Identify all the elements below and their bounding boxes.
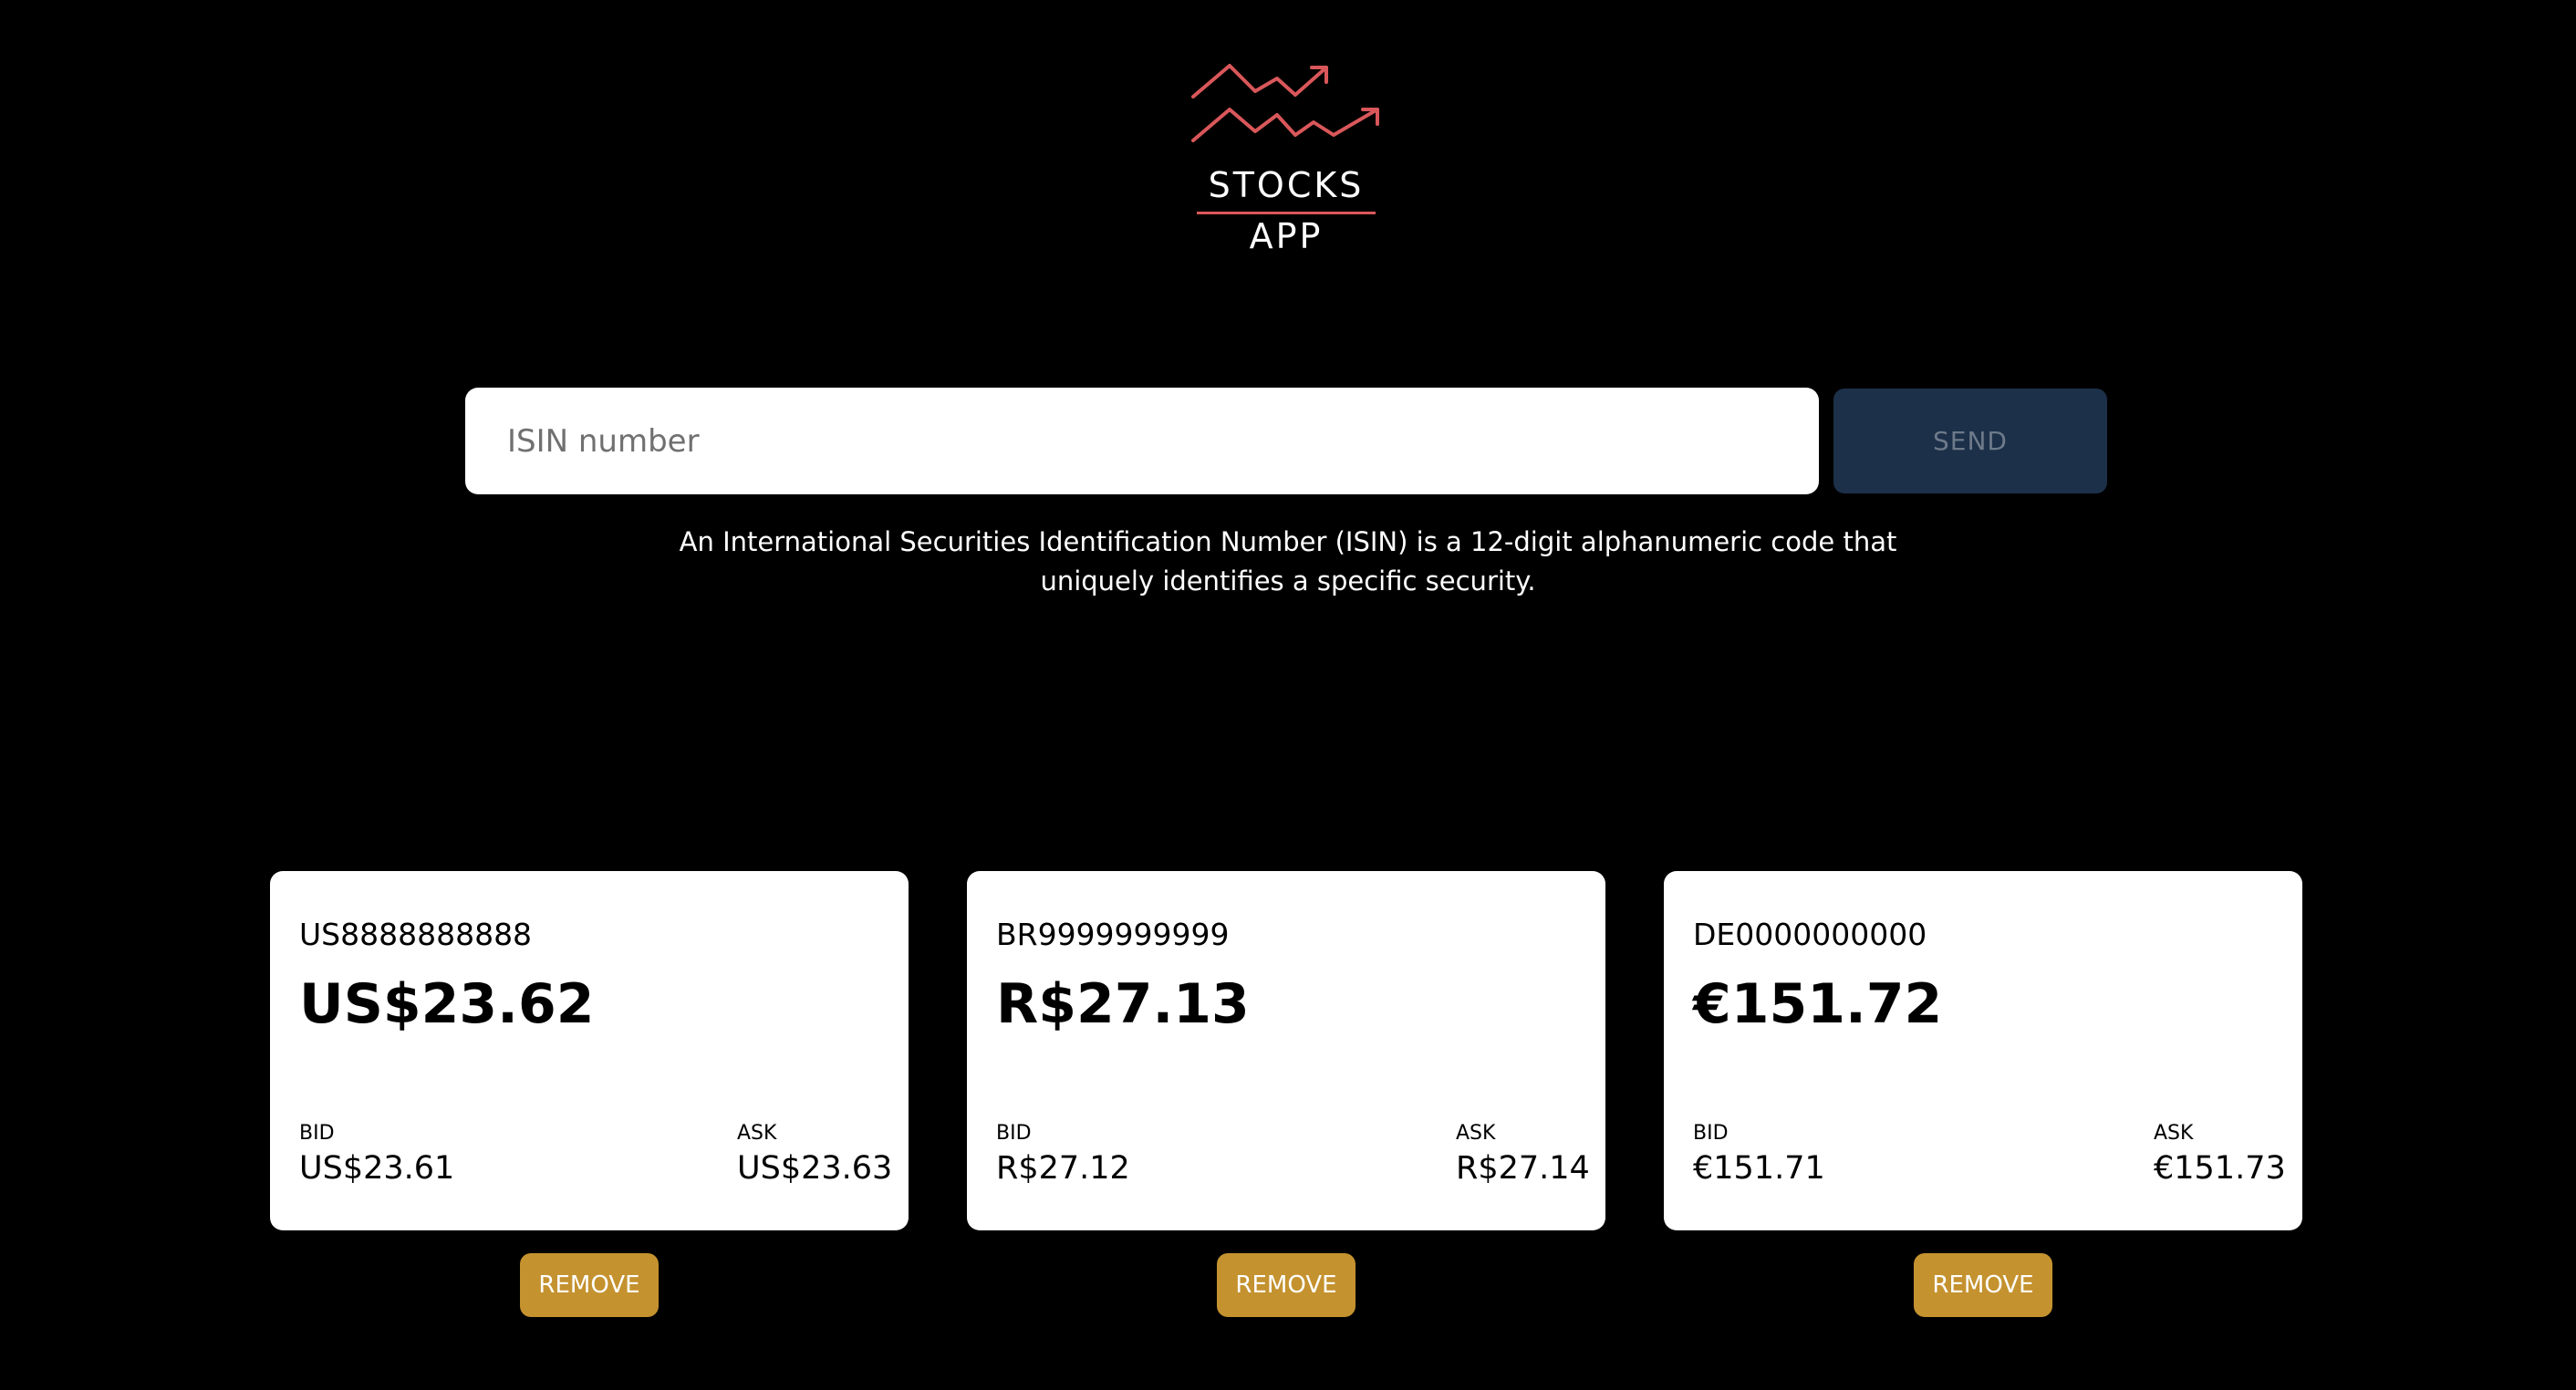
ask-label: ASK xyxy=(737,1122,777,1145)
logo-divider xyxy=(1197,212,1376,214)
bid-value: R$27.12 xyxy=(996,1150,1130,1187)
send-button[interactable]: SEND xyxy=(1833,389,2107,493)
ask-label: ASK xyxy=(1456,1122,1496,1145)
bid-label: BID xyxy=(299,1122,335,1145)
remove-button[interactable]: REMOVE xyxy=(1217,1253,1356,1317)
logo-text-top: STOCKS xyxy=(1208,165,1365,205)
remove-button[interactable]: REMOVE xyxy=(520,1253,659,1317)
ask-value: US$23.63 xyxy=(737,1150,893,1187)
stock-card: US8888888888 US$23.62 BID US$23.61 ASK U… xyxy=(270,871,909,1230)
card-isin: BR9999999999 xyxy=(996,917,1230,952)
bid-label: BID xyxy=(996,1122,1032,1145)
remove-button[interactable]: REMOVE xyxy=(1914,1253,2052,1317)
card-price: €151.72 xyxy=(1693,972,1943,1036)
stock-card: BR9999999999 R$27.13 BID R$27.12 ASK R$2… xyxy=(967,871,1605,1230)
isin-helper-text: An International Securities Identificati… xyxy=(679,526,1897,596)
card-isin: US8888888888 xyxy=(299,917,533,952)
card-price: US$23.62 xyxy=(299,972,595,1036)
app-logo: STOCKS APP xyxy=(1186,55,1387,255)
logo-text-bottom: APP xyxy=(1249,216,1324,256)
bid-value: €151.71 xyxy=(1693,1150,1825,1187)
bid-value: US$23.61 xyxy=(299,1150,455,1187)
stock-card: DE0000000000 €151.72 BID €151.71 ASK €15… xyxy=(1664,871,2302,1230)
card-isin: DE0000000000 xyxy=(1693,917,1927,952)
isin-input[interactable] xyxy=(465,388,1819,494)
trend-arrows-icon xyxy=(1191,64,1379,142)
ask-value: R$27.14 xyxy=(1456,1150,1590,1187)
card-price: R$27.13 xyxy=(996,972,1250,1036)
bid-label: BID xyxy=(1693,1122,1729,1145)
ask-value: €151.73 xyxy=(2154,1150,2286,1187)
ask-label: ASK xyxy=(2154,1122,2194,1145)
